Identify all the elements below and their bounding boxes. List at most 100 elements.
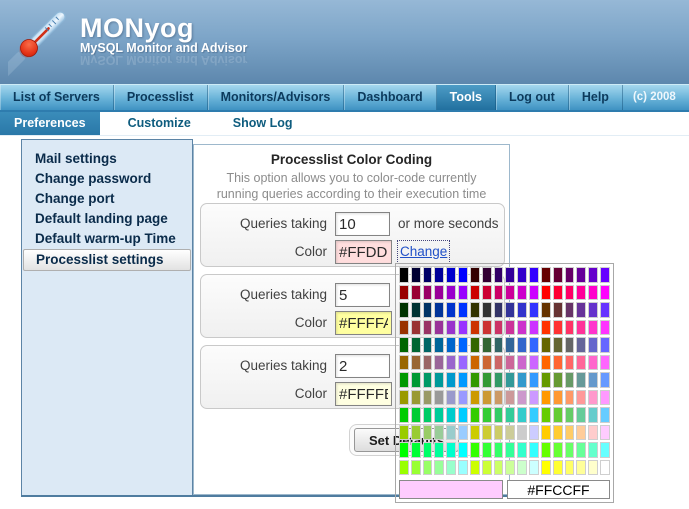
color-swatch[interactable] bbox=[482, 355, 492, 371]
color-swatch[interactable] bbox=[494, 460, 504, 476]
color-swatch[interactable] bbox=[482, 442, 492, 458]
color-swatch[interactable] bbox=[470, 267, 480, 283]
color-swatch[interactable] bbox=[541, 390, 551, 406]
color-swatch[interactable] bbox=[565, 267, 575, 283]
nav-tab-list-of-servers[interactable]: List of Servers bbox=[0, 85, 114, 110]
color-swatch[interactable] bbox=[411, 320, 421, 336]
color-swatch[interactable] bbox=[458, 285, 468, 301]
color-swatch[interactable] bbox=[482, 390, 492, 406]
color-swatch[interactable] bbox=[529, 372, 539, 388]
color-swatch[interactable] bbox=[494, 372, 504, 388]
color-swatch[interactable] bbox=[411, 267, 421, 283]
color-swatch[interactable] bbox=[517, 372, 527, 388]
color-swatch[interactable] bbox=[576, 407, 586, 423]
color-swatch[interactable] bbox=[434, 302, 444, 318]
nav-tab-dashboard[interactable]: Dashboard bbox=[344, 85, 436, 110]
color-swatch[interactable] bbox=[399, 302, 409, 318]
color-swatch[interactable] bbox=[505, 267, 515, 283]
color-swatch[interactable] bbox=[423, 372, 433, 388]
color-swatch[interactable] bbox=[529, 355, 539, 371]
color-swatch[interactable] bbox=[517, 407, 527, 423]
color-swatch[interactable] bbox=[458, 460, 468, 476]
color-swatch[interactable] bbox=[588, 407, 598, 423]
color-swatch[interactable] bbox=[482, 372, 492, 388]
color-swatch[interactable] bbox=[541, 355, 551, 371]
color-swatch[interactable] bbox=[505, 372, 515, 388]
color-swatch[interactable] bbox=[576, 460, 586, 476]
color-swatch[interactable] bbox=[576, 267, 586, 283]
color-swatch[interactable] bbox=[470, 425, 480, 441]
color-swatch[interactable] bbox=[470, 337, 480, 353]
color-swatch[interactable] bbox=[553, 355, 563, 371]
color-swatch[interactable] bbox=[529, 425, 539, 441]
color-swatch[interactable] bbox=[517, 337, 527, 353]
color-swatch[interactable] bbox=[600, 407, 610, 423]
color-swatch[interactable] bbox=[482, 337, 492, 353]
color-swatch[interactable] bbox=[553, 285, 563, 301]
color-swatch[interactable] bbox=[600, 460, 610, 476]
color-swatch[interactable] bbox=[423, 355, 433, 371]
color-swatch[interactable] bbox=[494, 267, 504, 283]
color-swatch[interactable] bbox=[505, 337, 515, 353]
color-swatch[interactable] bbox=[446, 355, 456, 371]
color-swatch[interactable] bbox=[411, 302, 421, 318]
color-swatch[interactable] bbox=[541, 460, 551, 476]
color-swatch[interactable] bbox=[541, 425, 551, 441]
seconds-input-0[interactable] bbox=[335, 212, 390, 236]
color-swatch[interactable] bbox=[541, 285, 551, 301]
color-swatch[interactable] bbox=[600, 390, 610, 406]
color-swatch[interactable] bbox=[588, 372, 598, 388]
color-swatch[interactable] bbox=[411, 355, 421, 371]
color-swatch[interactable] bbox=[399, 267, 409, 283]
color-swatch[interactable] bbox=[505, 302, 515, 318]
color-swatch[interactable] bbox=[494, 355, 504, 371]
color-swatch[interactable] bbox=[529, 285, 539, 301]
color-swatch[interactable] bbox=[423, 390, 433, 406]
color-swatch[interactable] bbox=[553, 460, 563, 476]
color-swatch[interactable] bbox=[446, 285, 456, 301]
color-swatch[interactable] bbox=[470, 407, 480, 423]
color-swatch[interactable] bbox=[446, 425, 456, 441]
color-swatch[interactable] bbox=[446, 267, 456, 283]
color-swatch[interactable] bbox=[446, 337, 456, 353]
color-swatch[interactable] bbox=[446, 302, 456, 318]
color-swatch[interactable] bbox=[423, 302, 433, 318]
color-swatch[interactable] bbox=[458, 355, 468, 371]
color-swatch[interactable] bbox=[399, 390, 409, 406]
color-value-input-2[interactable] bbox=[335, 382, 392, 406]
color-swatch[interactable] bbox=[411, 337, 421, 353]
color-swatch[interactable] bbox=[565, 442, 575, 458]
color-swatch[interactable] bbox=[494, 302, 504, 318]
color-swatch[interactable] bbox=[494, 320, 504, 336]
color-swatch[interactable] bbox=[446, 460, 456, 476]
nav-tab-monitors-advisors[interactable]: Monitors/Advisors bbox=[208, 85, 345, 110]
color-swatch[interactable] bbox=[529, 267, 539, 283]
nav-tab-processlist[interactable]: Processlist bbox=[114, 85, 208, 110]
color-swatch[interactable] bbox=[553, 407, 563, 423]
color-swatch[interactable] bbox=[541, 442, 551, 458]
change-color-link[interactable]: Change bbox=[398, 241, 449, 263]
color-swatch[interactable] bbox=[399, 442, 409, 458]
color-swatch[interactable] bbox=[423, 407, 433, 423]
color-swatch[interactable] bbox=[411, 285, 421, 301]
color-swatch[interactable] bbox=[565, 372, 575, 388]
color-swatch[interactable] bbox=[446, 390, 456, 406]
color-swatch[interactable] bbox=[505, 460, 515, 476]
subnav-tab-preferences[interactable]: Preferences bbox=[0, 112, 100, 135]
color-swatch[interactable] bbox=[482, 267, 492, 283]
color-swatch[interactable] bbox=[576, 442, 586, 458]
color-swatch[interactable] bbox=[482, 425, 492, 441]
color-swatch[interactable] bbox=[470, 285, 480, 301]
color-swatch[interactable] bbox=[588, 355, 598, 371]
color-swatch[interactable] bbox=[565, 407, 575, 423]
color-swatch[interactable] bbox=[494, 390, 504, 406]
color-swatch[interactable] bbox=[494, 407, 504, 423]
seconds-input-1[interactable] bbox=[335, 283, 390, 307]
color-swatch[interactable] bbox=[541, 372, 551, 388]
color-swatch[interactable] bbox=[600, 267, 610, 283]
color-swatch[interactable] bbox=[505, 407, 515, 423]
sidebar-item-processlist-settings[interactable]: Processlist settings bbox=[23, 249, 191, 271]
color-swatch[interactable] bbox=[600, 337, 610, 353]
color-swatch[interactable] bbox=[576, 302, 586, 318]
color-swatch[interactable] bbox=[399, 320, 409, 336]
